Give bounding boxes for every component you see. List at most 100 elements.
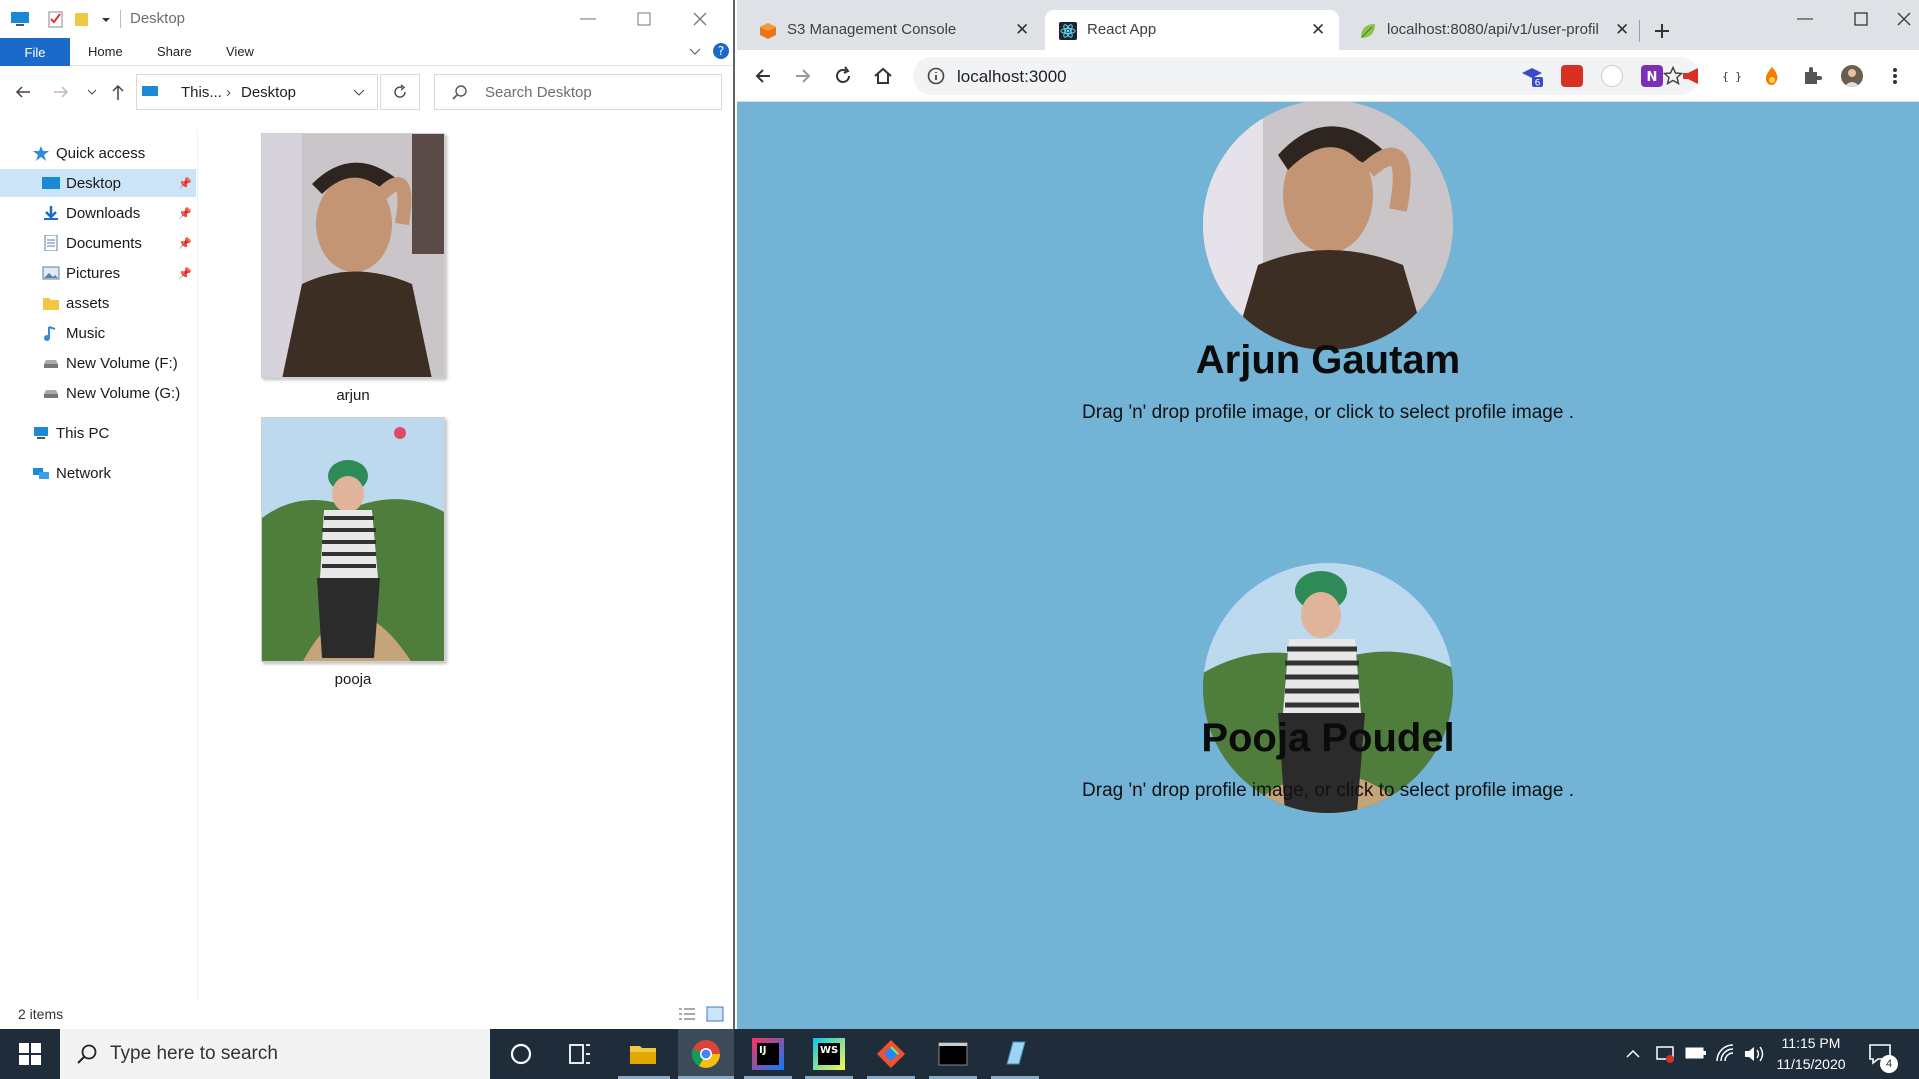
webstorm-taskbar-icon[interactable]: WS [813,1038,845,1070]
home-button[interactable] [871,64,895,88]
new-folder-icon[interactable] [74,10,90,28]
sourcetree-taskbar-icon[interactable] [875,1038,907,1070]
file-thumbnail-pooja[interactable] [261,417,445,662]
nav-volume-f[interactable]: New Volume (F:) [0,349,196,377]
home-icon [874,67,892,84]
tab-s3-console[interactable]: S3 Management Console ✕ [745,10,1035,50]
terminal-taskbar-icon[interactable] [937,1038,969,1070]
back-arrow-icon [755,69,770,83]
nav-music[interactable]: Music [0,319,196,347]
tab-file[interactable]: File [0,38,70,66]
extension-megaphone-icon[interactable] [1681,65,1703,87]
nav-documents[interactable]: Documents 📌 [0,229,196,257]
nav-quick-access[interactable]: Quick access [0,139,196,167]
dropzone-message-pooja[interactable]: Drag 'n' drop profile image, or click to… [737,780,1919,802]
new-tab-icon[interactable] [1653,22,1671,40]
navigation-pane: Quick access Desktop 📌 Downloads 📌 Docum… [0,130,198,1000]
task-view-icon[interactable] [564,1038,596,1070]
help-icon[interactable]: ? [712,42,730,60]
nav-volume-g[interactable]: New Volume (G:) [0,379,196,407]
cortana-icon[interactable] [505,1038,537,1070]
nav-network[interactable]: Network [0,459,196,487]
extension-fire-icon[interactable] [1761,65,1783,87]
clock-time[interactable]: 11:15 PM [1775,1035,1847,1051]
item-count: 2 items [18,1006,64,1022]
volume-icon[interactable] [1743,1044,1765,1064]
security-icon[interactable] [1655,1044,1675,1064]
extensions-puzzle-icon[interactable] [1801,65,1823,87]
clock-date[interactable]: 11/15/2020 [1771,1056,1851,1072]
breadcrumb-this-pc[interactable]: This... [181,84,222,101]
star-icon [33,146,49,161]
forward-arrow-icon[interactable] [52,84,70,100]
address-dropdown-icon[interactable] [353,88,365,98]
back-button[interactable] [751,64,775,88]
browser-maximize-button[interactable] [1833,0,1889,38]
refresh-button[interactable] [380,74,420,110]
profile-avatar[interactable] [1841,65,1863,87]
app-taskbar-icon[interactable] [999,1038,1031,1070]
close-tab-icon[interactable]: ✕ [1311,20,1325,40]
nav-network-label: Network [56,464,112,482]
chrome-taskbar-icon[interactable] [690,1038,722,1070]
show-hidden-icons-icon[interactable] [1625,1047,1641,1061]
battery-icon[interactable] [1685,1046,1707,1060]
file-name-arjun[interactable]: arjun [261,387,445,404]
file-name-pooja[interactable]: pooja [261,671,445,688]
browser-minimize-button[interactable]: — [1777,0,1833,38]
drive-icon [44,390,58,398]
start-button[interactable] [0,1029,60,1079]
customize-toolbar-icon[interactable] [100,10,112,28]
extension-onenote-icon[interactable]: N [1641,65,1663,87]
close-tab-icon[interactable]: ✕ [1615,20,1629,40]
maximize-button[interactable] [616,0,672,38]
extension-badge: 6 [1535,79,1541,88]
windows-logo-icon [19,1043,41,1065]
details-view-icon[interactable] [678,1007,696,1021]
forward-button[interactable] [791,64,815,88]
extension-circle-icon[interactable] [1601,65,1623,87]
recent-locations-icon[interactable] [86,86,98,98]
nav-assets[interactable]: assets [0,289,196,317]
nav-volume-g-label: New Volume (G:) [66,384,181,402]
profile-image-arjun[interactable] [1203,102,1453,350]
tab-user-profile-api[interactable]: localhost:8080/api/v1/user-profil ✕ [1345,10,1635,50]
tab-view[interactable]: View [226,44,254,59]
dropzone-message-arjun[interactable]: Drag 'n' drop profile image, or click to… [737,402,1919,424]
close-button[interactable] [672,0,728,38]
reload-button[interactable] [831,64,855,88]
refresh-icon [394,84,406,98]
file-thumbnail-arjun[interactable] [261,133,445,378]
nav-desktop[interactable]: Desktop 📌 [0,169,196,197]
search-field[interactable]: Search Desktop [434,74,722,110]
wifi-icon[interactable] [1715,1043,1735,1063]
taskbar-search-box[interactable]: Type here to search [60,1029,490,1079]
extension-red-icon[interactable] [1561,65,1583,87]
extension-json-icon[interactable]: { } [1721,65,1743,87]
expand-ribbon-icon[interactable] [688,46,702,58]
nav-pictures[interactable]: Pictures 📌 [0,259,196,287]
properties-icon[interactable] [48,10,64,28]
browser-window: S3 Management Console ✕ React App ✕ loca… [737,0,1919,1029]
breadcrumb-desktop[interactable]: Desktop [241,84,296,101]
tab-react-app[interactable]: React App ✕ [1045,10,1339,50]
address-bar[interactable]: This... › Desktop [136,74,378,110]
extension-graduation-icon[interactable]: 6 [1521,65,1543,87]
tab-home[interactable]: Home [88,44,123,59]
browser-close-button[interactable] [1889,0,1919,38]
pictures-icon [42,266,60,280]
tab-share[interactable]: Share [157,44,192,59]
large-icons-view-icon[interactable] [706,1006,724,1022]
profile-image-pooja[interactable] [1203,563,1453,813]
close-tab-icon[interactable]: ✕ [1015,20,1029,40]
intellij-taskbar-icon[interactable]: IJ [752,1038,784,1070]
bookmark-star-icon[interactable] [1663,66,1683,86]
nav-downloads[interactable]: Downloads 📌 [0,199,196,227]
minimize-button[interactable]: — [560,0,616,38]
back-arrow-icon[interactable] [14,84,32,100]
browser-menu-button[interactable] [1883,64,1907,88]
up-arrow-icon[interactable] [110,83,126,101]
info-icon[interactable] [927,67,945,85]
file-explorer-taskbar-icon[interactable] [627,1038,659,1070]
nav-this-pc[interactable]: This PC [0,419,196,447]
